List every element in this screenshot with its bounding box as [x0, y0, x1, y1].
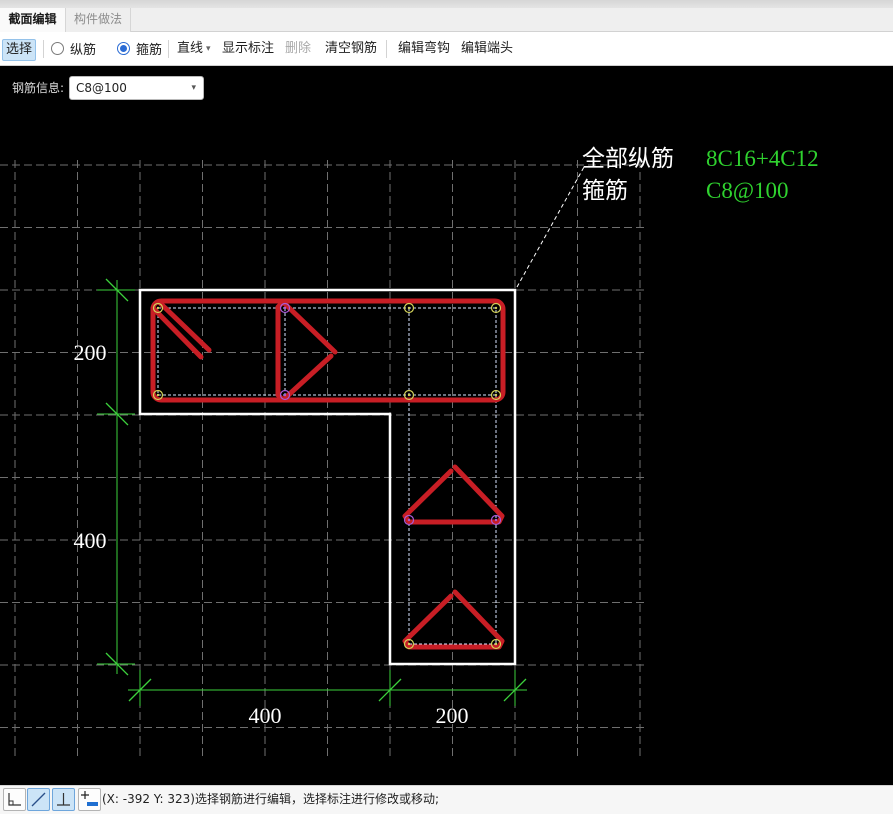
draw-mode-label: 直线: [177, 41, 204, 56]
draw-mode-dropdown[interactable]: 直线 ▾: [177, 32, 211, 65]
delete-button[interactable]: 删除: [285, 32, 311, 65]
stirrup-tie-triangle-upper[interactable]: [402, 464, 505, 525]
perpendicular-icon: [57, 793, 70, 806]
radio-stirrup[interactable]: 箍筋: [117, 32, 162, 65]
toolbar-separator: [386, 40, 387, 58]
annotation-stirrup-label: 箍筋: [582, 178, 628, 204]
annotation-leader-line: [516, 166, 585, 288]
rebar-info-combobox[interactable]: C8@100 ▾: [69, 76, 204, 100]
status-message: (X: -392 Y: 323)选择钢筋进行编辑，选择标注进行修改或移动;: [102, 786, 439, 813]
tab-bar: 截面编辑 构件做法: [0, 8, 893, 32]
rebar-dot: [407, 393, 411, 397]
rebar-dot: [407, 518, 411, 522]
edit-hook-button[interactable]: 编辑弯钩: [398, 32, 450, 65]
status-hint: 选择钢筋进行编辑，选择标注进行修改或移动;: [195, 792, 440, 806]
stirrup-tie-triangle-flange[interactable]: [275, 299, 338, 403]
section-drawing[interactable]: 200 400 400 200 全部纵筋 8C16+4C12 箍筋 C8@100: [0, 66, 893, 785]
line-snap-button[interactable]: [27, 788, 50, 811]
ortho-mode-button[interactable]: [3, 788, 26, 811]
rebar-dot: [283, 393, 287, 397]
tab-component-method[interactable]: 构件做法: [66, 8, 131, 32]
radio-label: 纵筋: [70, 43, 97, 58]
add-point-button[interactable]: [78, 788, 101, 811]
annotation-longitudinal-value[interactable]: 8C16+4C12: [706, 146, 819, 171]
tab-section-edit[interactable]: 截面编辑: [0, 8, 66, 32]
rebar-dot: [283, 306, 287, 310]
annotation-stirrup-value[interactable]: C8@100: [706, 178, 789, 203]
clear-rebar-button[interactable]: 清空钢筋: [325, 32, 377, 65]
rebar-dot: [494, 518, 498, 522]
add-point-icon: [81, 791, 98, 806]
rebar-dot: [494, 642, 498, 646]
caret-down-icon: ▾: [206, 44, 211, 54]
rebar-dot: [156, 393, 160, 397]
show-dimension-button[interactable]: 显示标注: [222, 32, 274, 65]
rebar-info-value: C8@100: [76, 81, 127, 95]
radio-longitudinal-rebar[interactable]: 纵筋: [51, 32, 96, 65]
angle-icon: [8, 793, 21, 806]
perpendicular-snap-button[interactable]: [52, 788, 75, 811]
rebar-annotation[interactable]: 全部纵筋 8C16+4C12 箍筋 C8@100: [582, 146, 819, 204]
dropdown-arrow-icon: ▾: [191, 83, 196, 93]
rebar-dot: [407, 642, 411, 646]
rebar-dot: [494, 393, 498, 397]
rebar-info-label: 钢筋信息:: [12, 81, 65, 95]
rebar-dot: [494, 306, 498, 310]
window-top-strip: [0, 0, 893, 8]
rebar-dot: [407, 306, 411, 310]
stirrup-tie-triangle-lower[interactable]: [402, 589, 505, 650]
diagonal-line-icon: [31, 792, 46, 807]
stirrup-outer-rectangle[interactable]: [150, 298, 506, 403]
edit-end-button[interactable]: 编辑端头: [461, 32, 513, 65]
radio-circle: [117, 42, 130, 55]
drawing-canvas[interactable]: 200 400 400 200 全部纵筋 8C16+4C12 箍筋 C8@100…: [0, 66, 893, 785]
dimension-label-flange-width[interactable]: 400: [249, 703, 282, 728]
rebar-dot: [156, 306, 160, 310]
toolbar: 选择 纵筋 箍筋 直线 ▾ 显示标注 删除 清空钢筋 编辑弯钩 编辑端头: [0, 32, 893, 66]
dimension-label-flange-height[interactable]: 200: [74, 340, 107, 365]
toolbar-separator: [168, 40, 169, 58]
cursor-coordinates: (X: -392 Y: 323): [102, 792, 195, 806]
status-bar: (X: -392 Y: 323)选择钢筋进行编辑，选择标注进行修改或移动;: [0, 785, 893, 814]
stirrup-loop: [150, 298, 506, 403]
radio-circle: [51, 42, 64, 55]
grid: [0, 160, 645, 757]
select-button[interactable]: 选择: [2, 39, 36, 61]
dimension-label-web-height[interactable]: 400: [74, 528, 107, 553]
dimension-label-web-width[interactable]: 200: [436, 703, 469, 728]
radio-label: 箍筋: [136, 43, 163, 58]
annotation-longitudinal-label: 全部纵筋: [582, 146, 674, 172]
toolbar-separator: [43, 40, 44, 58]
